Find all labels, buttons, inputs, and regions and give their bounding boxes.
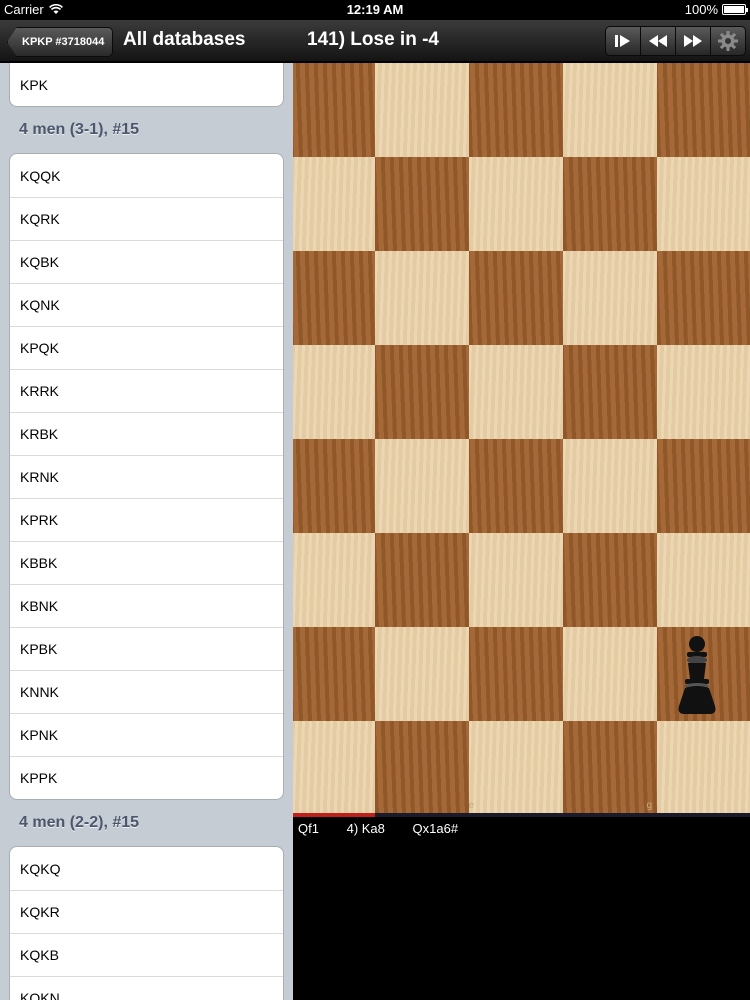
list-item[interactable]: KPBK	[10, 627, 283, 670]
section-header: 4 men (2-2), #15	[19, 814, 140, 831]
board-square[interactable]	[563, 345, 657, 439]
list-group: KQQK KQRK KQBK KQNK KPQK KRRK KRBK KRNK …	[9, 153, 284, 800]
board-square[interactable]	[657, 157, 750, 251]
section-header: 4 men (3-1), #15	[19, 121, 140, 138]
board-square[interactable]	[563, 157, 657, 251]
board-square[interactable]	[293, 345, 375, 439]
board-square[interactable]	[293, 533, 375, 627]
list-item[interactable]: KPRK	[10, 498, 283, 541]
board-square[interactable]	[375, 721, 469, 813]
step-forward-icon	[615, 35, 630, 47]
move-item[interactable]: Qf1	[298, 821, 319, 836]
board-square[interactable]	[469, 627, 563, 721]
board-square[interactable]	[293, 721, 375, 813]
list-group-top: KPK	[9, 63, 284, 107]
list-item[interactable]: KBBK	[10, 541, 283, 584]
board-square[interactable]	[563, 251, 657, 345]
fast-forward-icon	[684, 35, 702, 47]
position-title: 141) Lose in -4	[307, 29, 439, 50]
chess-board[interactable]: e g	[293, 63, 750, 813]
board-square[interactable]	[657, 533, 750, 627]
board-square[interactable]	[293, 63, 375, 157]
board-square[interactable]	[375, 157, 469, 251]
clock: 12:19 AM	[346, 2, 404, 17]
board-square[interactable]	[469, 439, 563, 533]
board-square[interactable]	[293, 627, 375, 721]
list-item[interactable]: KQQK	[10, 154, 283, 197]
board-square[interactable]	[563, 533, 657, 627]
back-button[interactable]: KPKP #3718044	[7, 27, 114, 57]
file-label: g	[646, 800, 652, 811]
board-square[interactable]	[375, 63, 469, 157]
right-navigation-bar: 141) Lose in -4	[293, 20, 750, 62]
board-square[interactable]	[563, 63, 657, 157]
board-square[interactable]	[469, 533, 563, 627]
settings-button[interactable]	[710, 26, 746, 56]
board-square[interactable]	[657, 439, 750, 533]
list-item[interactable]: KQKN	[10, 976, 283, 1000]
file-label: e	[468, 800, 474, 811]
move-item[interactable]: Qx1a6#	[413, 821, 459, 836]
list-item[interactable]: KRBK	[10, 412, 283, 455]
board-square[interactable]	[293, 439, 375, 533]
battery-percent: 100%	[684, 2, 718, 17]
board-square[interactable]	[657, 721, 750, 813]
gear-icon	[718, 31, 738, 51]
list-item[interactable]: KPNK	[10, 713, 283, 756]
board-square[interactable]	[563, 439, 657, 533]
board-square[interactable]	[657, 63, 750, 157]
rewind-icon	[649, 35, 667, 47]
board-square[interactable]	[375, 439, 469, 533]
list-item[interactable]: KQKQ	[10, 847, 283, 890]
list-item[interactable]: KPK	[10, 63, 283, 106]
list-item[interactable]: KPPK	[10, 756, 283, 799]
status-bar: Carrier 12:19 AM 100%	[0, 0, 750, 20]
list-group: KQKQ KQKR KQKB KQKN	[9, 846, 284, 1000]
fast-forward-button[interactable]	[675, 26, 711, 56]
list-item[interactable]: KBNK	[10, 584, 283, 627]
list-item[interactable]: KQKB	[10, 933, 283, 976]
board-square[interactable]	[469, 251, 563, 345]
rewind-button[interactable]	[640, 26, 676, 56]
board-square[interactable]	[293, 157, 375, 251]
board-square[interactable]	[469, 157, 563, 251]
step-forward-button[interactable]	[605, 26, 641, 56]
board-square[interactable]	[657, 345, 750, 439]
list-item[interactable]: KNNK	[10, 670, 283, 713]
left-nav-title: All databases	[123, 29, 246, 50]
board-square[interactable]	[375, 533, 469, 627]
board-square[interactable]	[563, 721, 657, 813]
board-square[interactable]	[469, 721, 563, 813]
moves-panel: Qf1 4) Ka8 Qx1a6#	[293, 817, 750, 1000]
list-item[interactable]: KPQK	[10, 326, 283, 369]
list-item[interactable]: KQRK	[10, 197, 283, 240]
black-pawn-icon[interactable]	[673, 634, 721, 718]
board-square[interactable]	[469, 345, 563, 439]
board-square[interactable]	[657, 251, 750, 345]
battery-info: 100%	[684, 2, 748, 17]
board-square[interactable]	[375, 345, 469, 439]
database-list[interactable]: KPK 4 men (3-1), #15 KQQK KQRK KQBK KQNK…	[0, 63, 293, 1000]
left-navigation-bar: KPKP #3718044 All databases	[0, 20, 293, 62]
list-item[interactable]: KRRK	[10, 369, 283, 412]
list-item[interactable]: KQBK	[10, 240, 283, 283]
list-item[interactable]: KQNK	[10, 283, 283, 326]
board-square[interactable]	[469, 63, 563, 157]
battery-icon	[722, 4, 748, 15]
board-square[interactable]	[293, 251, 375, 345]
board-square[interactable]	[375, 251, 469, 345]
move-item[interactable]: 4) Ka8	[347, 821, 385, 836]
board-square[interactable]	[563, 627, 657, 721]
list-item[interactable]: KQKR	[10, 890, 283, 933]
board-square[interactable]	[375, 627, 469, 721]
list-item[interactable]: KRNK	[10, 455, 283, 498]
playback-toolbar	[605, 26, 746, 56]
